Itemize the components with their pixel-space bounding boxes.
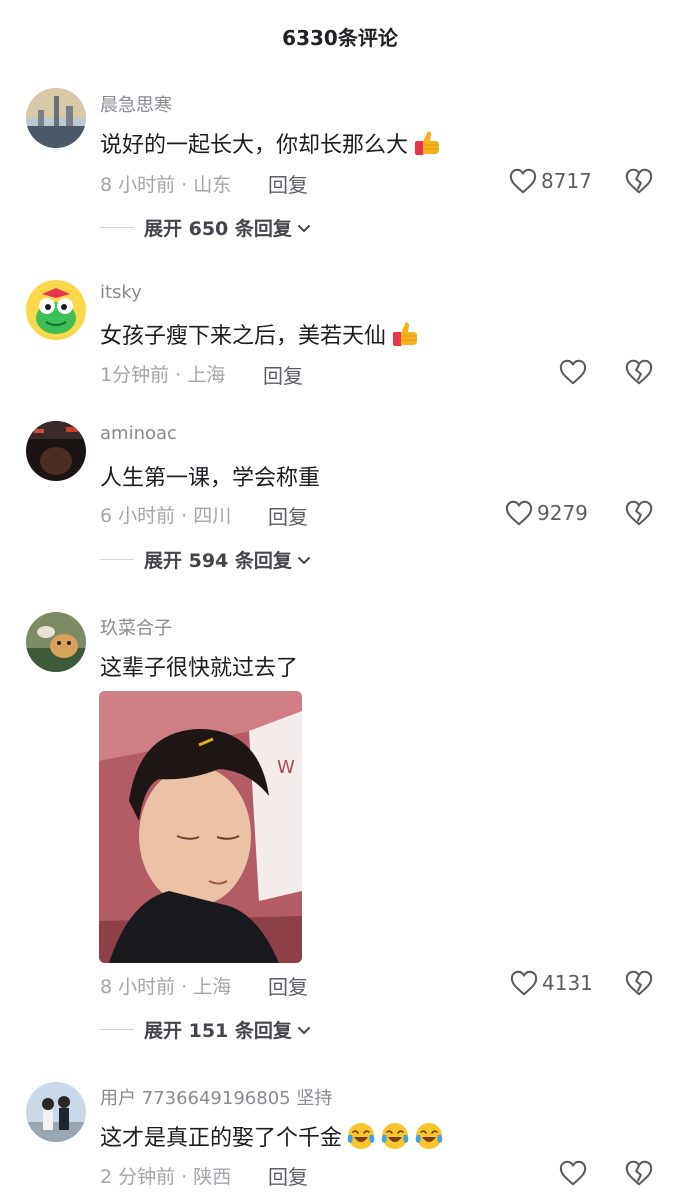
comment-text: 女孩子瘦下来之后，美若天仙	[100, 318, 420, 350]
reply-button[interactable]: 回复	[268, 169, 308, 198]
expand-replies-label: 展开 650 条回复	[144, 218, 292, 240]
comment-time-location: 8 小时前 · 山东	[100, 174, 232, 196]
expand-replies-button[interactable]: 展开 594 条回复	[100, 546, 312, 573]
chevron-down-icon	[296, 1022, 312, 1038]
avatar[interactable]	[26, 612, 86, 672]
expand-replies-label: 展开 594 条回复	[144, 550, 292, 572]
comment-count-title: 6330条评论	[282, 26, 398, 50]
reply-button[interactable]: 回复	[263, 360, 303, 389]
comment-image[interactable]: W	[99, 691, 302, 963]
comment-text: 说好的一起长大，你却长那么大	[100, 127, 442, 159]
comment-text: 这才是真正的娶了个千金	[100, 1120, 444, 1152]
comment-time-location: 6 小时前 · 四川	[100, 505, 232, 527]
broken-heart-icon	[624, 968, 654, 998]
crying-laughing-icon	[346, 1121, 376, 1151]
reply-button[interactable]: 回复	[268, 971, 308, 1000]
avatar[interactable]	[26, 421, 86, 481]
avatar[interactable]	[26, 280, 86, 340]
chevron-down-icon	[296, 220, 312, 236]
avatar[interactable]	[26, 88, 86, 148]
username[interactable]: itsky	[100, 282, 142, 303]
like-count: 4131	[542, 971, 593, 995]
username[interactable]: 用户 7736649196805 坚持	[100, 1084, 332, 1110]
thumbs-up-icon	[390, 319, 420, 349]
comment-text: 这辈子很快就过去了	[100, 656, 299, 681]
divider	[100, 227, 134, 228]
broken-heart-icon	[624, 166, 654, 196]
expand-replies-label: 展开 151 条回复	[144, 1020, 292, 1042]
username[interactable]: aminoac	[100, 423, 177, 444]
like-button[interactable]	[558, 358, 588, 386]
dislike-button[interactable]	[624, 166, 654, 196]
heart-icon	[504, 499, 534, 527]
like-button[interactable]	[558, 1159, 588, 1187]
like-button[interactable]: 8717	[508, 167, 592, 195]
reply-button[interactable]: 回复	[268, 1161, 308, 1190]
comments-header: 6330条评论	[0, 0, 680, 70]
dislike-button[interactable]	[624, 498, 654, 528]
like-button[interactable]: 4131	[509, 969, 593, 997]
heart-icon	[509, 969, 539, 997]
chevron-down-icon	[296, 552, 312, 568]
heart-icon	[558, 1159, 588, 1187]
reply-button[interactable]: 回复	[268, 501, 308, 530]
broken-heart-icon	[624, 357, 654, 387]
crying-laughing-icon	[414, 1121, 444, 1151]
divider	[100, 559, 134, 560]
username[interactable]: 玖菜合子	[100, 614, 172, 640]
broken-heart-icon	[624, 1158, 654, 1188]
like-count: 8717	[541, 169, 592, 193]
dislike-button[interactable]	[624, 968, 654, 998]
like-button[interactable]: 9279	[504, 499, 588, 527]
comment-time-location: 8 小时前 · 上海	[100, 976, 232, 998]
heart-icon	[508, 167, 538, 195]
comment-text: 人生第一课，学会称重	[100, 466, 321, 491]
broken-heart-icon	[624, 498, 654, 528]
avatar[interactable]	[26, 1082, 86, 1142]
comment-time-location: 1分钟前 · 上海	[100, 364, 226, 386]
dislike-button[interactable]	[624, 1158, 654, 1188]
dislike-button[interactable]	[624, 357, 654, 387]
expand-replies-button[interactable]: 展开 151 条回复	[100, 1016, 312, 1043]
svg-text:W: W	[277, 757, 295, 778]
crying-laughing-icon	[380, 1121, 410, 1151]
comment-time-location: 2 分钟前 · 陕西	[100, 1166, 232, 1188]
username[interactable]: 晨急思寒	[100, 91, 172, 117]
expand-replies-button[interactable]: 展开 650 条回复	[100, 214, 312, 241]
divider	[100, 1029, 134, 1030]
thumbs-up-icon	[412, 128, 442, 158]
heart-icon	[558, 358, 588, 386]
like-count: 9279	[537, 501, 588, 525]
